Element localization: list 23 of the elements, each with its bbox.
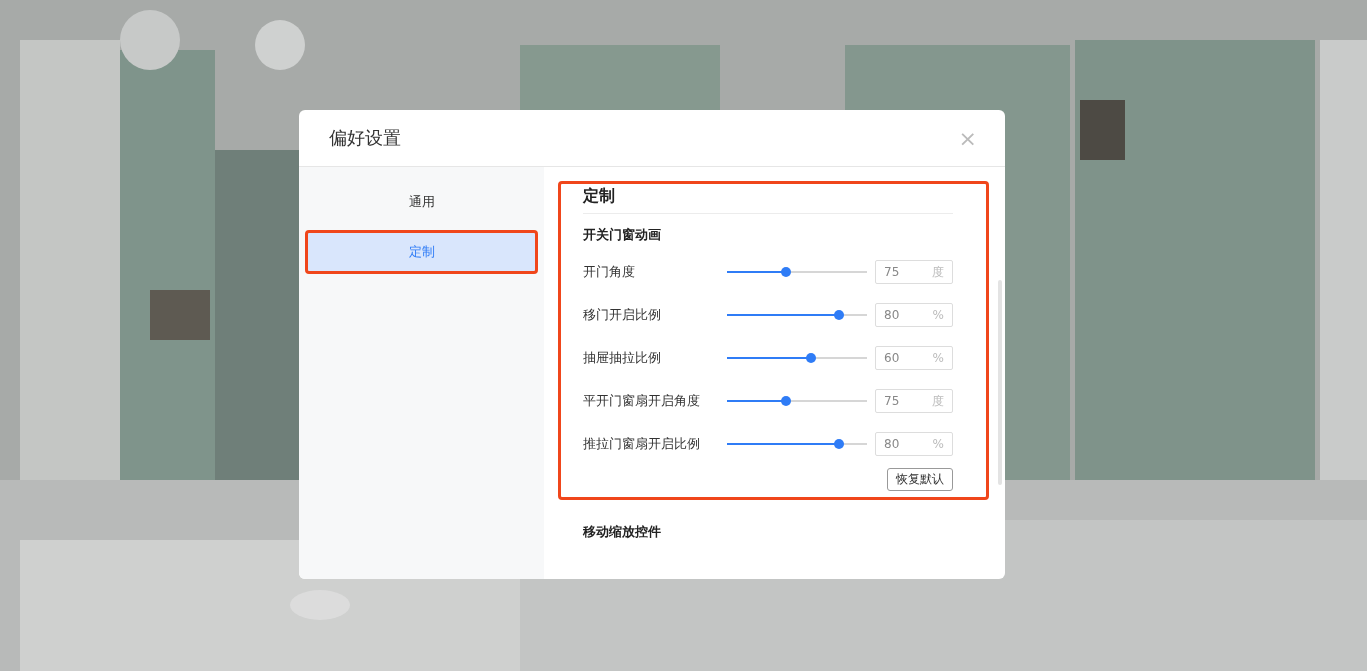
slider-label: 抽屉抽拉比例 bbox=[583, 349, 662, 367]
sidebar-item[interactable]: 通用 bbox=[305, 180, 538, 224]
slider-label: 推拉门窗扇开启比例 bbox=[583, 435, 701, 453]
slider-thumb[interactable] bbox=[834, 310, 844, 320]
section-title: 定制 bbox=[583, 186, 953, 214]
group-title: 开关门窗动画 bbox=[583, 226, 662, 244]
number-field[interactable]: 60 % bbox=[875, 346, 953, 370]
slider-thumb[interactable] bbox=[780, 267, 791, 277]
sidebar-item[interactable]: 定制 bbox=[305, 230, 538, 274]
slider-thumb[interactable] bbox=[806, 353, 816, 363]
reset-button[interactable]: 恢复默认 bbox=[887, 468, 953, 491]
close-button[interactable]: × bbox=[958, 125, 977, 151]
slider-thumb[interactable] bbox=[834, 439, 844, 449]
slider-thumb[interactable] bbox=[780, 396, 791, 406]
slider-label: 平开门窗扇开启角度 bbox=[583, 392, 701, 410]
dialog-title: 偏好设置 bbox=[329, 126, 401, 150]
slider-label: 开门角度 bbox=[583, 263, 636, 281]
number-field[interactable]: 80 % bbox=[875, 303, 953, 327]
number-field[interactable]: 75 度 bbox=[875, 389, 953, 413]
section-title: 移动缩放控件 bbox=[583, 523, 662, 541]
number-field[interactable]: 75 度 bbox=[875, 260, 953, 284]
number-field[interactable]: 80 % bbox=[875, 432, 953, 456]
slider-label: 移门开启比例 bbox=[583, 306, 662, 324]
